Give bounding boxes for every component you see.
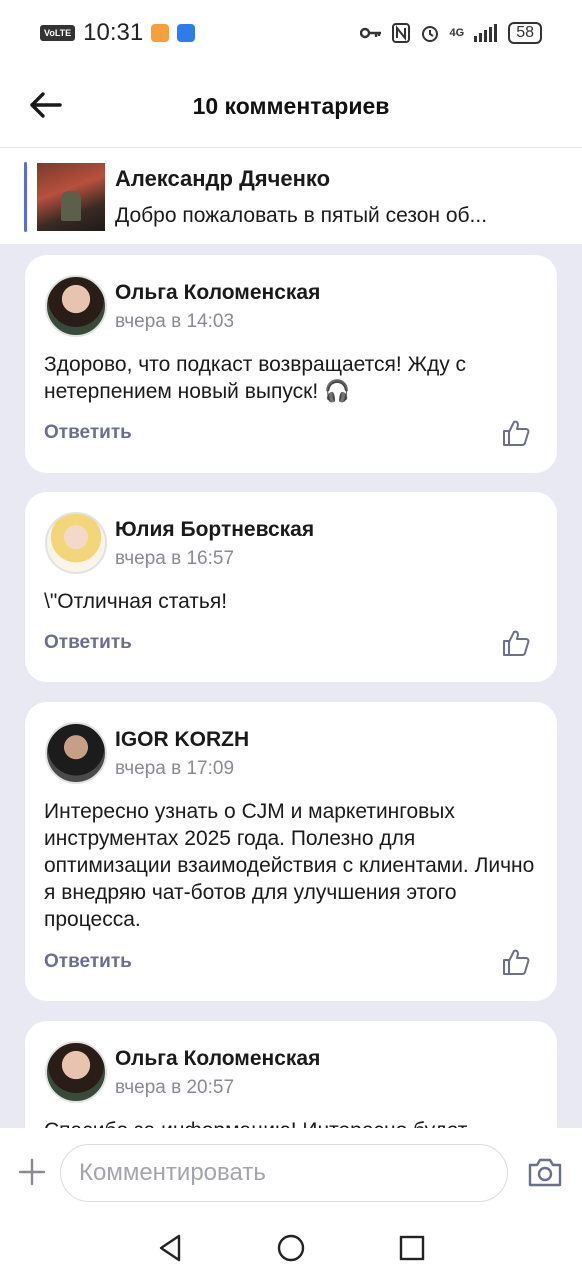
- plus-icon[interactable]: [18, 1158, 46, 1186]
- page-title: 10 комментариев: [192, 93, 390, 119]
- system-nav-bar: [0, 1218, 582, 1280]
- comment-text: \"Отличная статья!: [44, 590, 228, 613]
- avatar[interactable]: [45, 512, 107, 574]
- network-type: 4G: [449, 27, 465, 39]
- nav-back-icon[interactable]: [155, 1232, 187, 1264]
- reply-button[interactable]: Ответить: [44, 632, 132, 654]
- camera-icon[interactable]: [527, 1156, 563, 1188]
- comments-feed[interactable]: Ольга Коломенская вчера в 14:03 Здорово,…: [0, 244, 582, 1128]
- nav-home-icon[interactable]: [275, 1232, 307, 1264]
- comment-date: вчера в 16:57: [115, 548, 235, 569]
- comment-input[interactable]: [60, 1144, 508, 1202]
- comment-author[interactable]: Ольга Коломенская: [115, 1047, 320, 1071]
- comment-date: вчера в 14:03: [115, 311, 235, 332]
- comment-date: вчера в 17:09: [115, 758, 235, 779]
- post-thumbnail: [37, 162, 105, 231]
- mail-notification-icon: [151, 24, 170, 42]
- post-snippet: Добро пожаловать в пятый сезон об...: [115, 203, 488, 227]
- app-notification-icon: [177, 24, 196, 42]
- post-preview[interactable]: Александр Дяченко Добро пожаловать в пят…: [0, 149, 582, 244]
- avatar[interactable]: [45, 1041, 107, 1103]
- status-time: 10:31: [83, 19, 144, 46]
- comment-text: Интересно узнать о CJM и маркетинговых и…: [44, 800, 535, 931]
- comment-author[interactable]: Юлия Бортневская: [115, 518, 314, 542]
- signal-icon: [474, 24, 498, 42]
- like-icon[interactable]: [501, 947, 531, 977]
- comment-card: Ольга Коломенская вчера в 20:57 Спасибо …: [25, 1021, 557, 1128]
- nav-recent-icon[interactable]: [396, 1232, 428, 1264]
- volte-badge: VoLTE: [40, 25, 76, 41]
- post-accent-bar: [24, 161, 27, 232]
- reply-button[interactable]: Ответить: [44, 422, 132, 444]
- comment-text: Здорово, что подкаст возвращается! Жду с…: [44, 353, 467, 403]
- avatar[interactable]: [45, 722, 107, 784]
- back-arrow-icon[interactable]: [26, 86, 64, 124]
- status-bar: VoLTE 10:31 4G 58: [0, 0, 582, 66]
- comment-card: Юлия Бортневская вчера в 16:57 \"Отлична…: [25, 492, 557, 682]
- reply-button[interactable]: Ответить: [44, 951, 132, 973]
- avatar[interactable]: [45, 275, 107, 337]
- alarm-icon: [421, 26, 438, 42]
- key-icon: [359, 27, 381, 39]
- comment-author[interactable]: Ольга Коломенская: [115, 281, 320, 305]
- battery-indicator: 58: [508, 22, 542, 44]
- comment-card: Ольга Коломенская вчера в 14:03 Здорово,…: [25, 255, 557, 473]
- comment-date: вчера в 20:57: [115, 1077, 235, 1098]
- post-author: Александр Дяченко: [115, 165, 331, 191]
- header: 10 комментариев: [0, 66, 582, 148]
- comment-author[interactable]: IGOR KORZH: [115, 728, 249, 752]
- nfc-icon: [391, 23, 410, 43]
- comment-input-bar: [0, 1128, 582, 1218]
- comment-text: Спасибо за информацию! Интересно будет: [44, 1117, 544, 1128]
- like-icon[interactable]: [501, 628, 531, 658]
- comment-card: IGOR KORZH вчера в 17:09 Интересно узнат…: [25, 702, 557, 1001]
- like-icon[interactable]: [501, 418, 531, 448]
